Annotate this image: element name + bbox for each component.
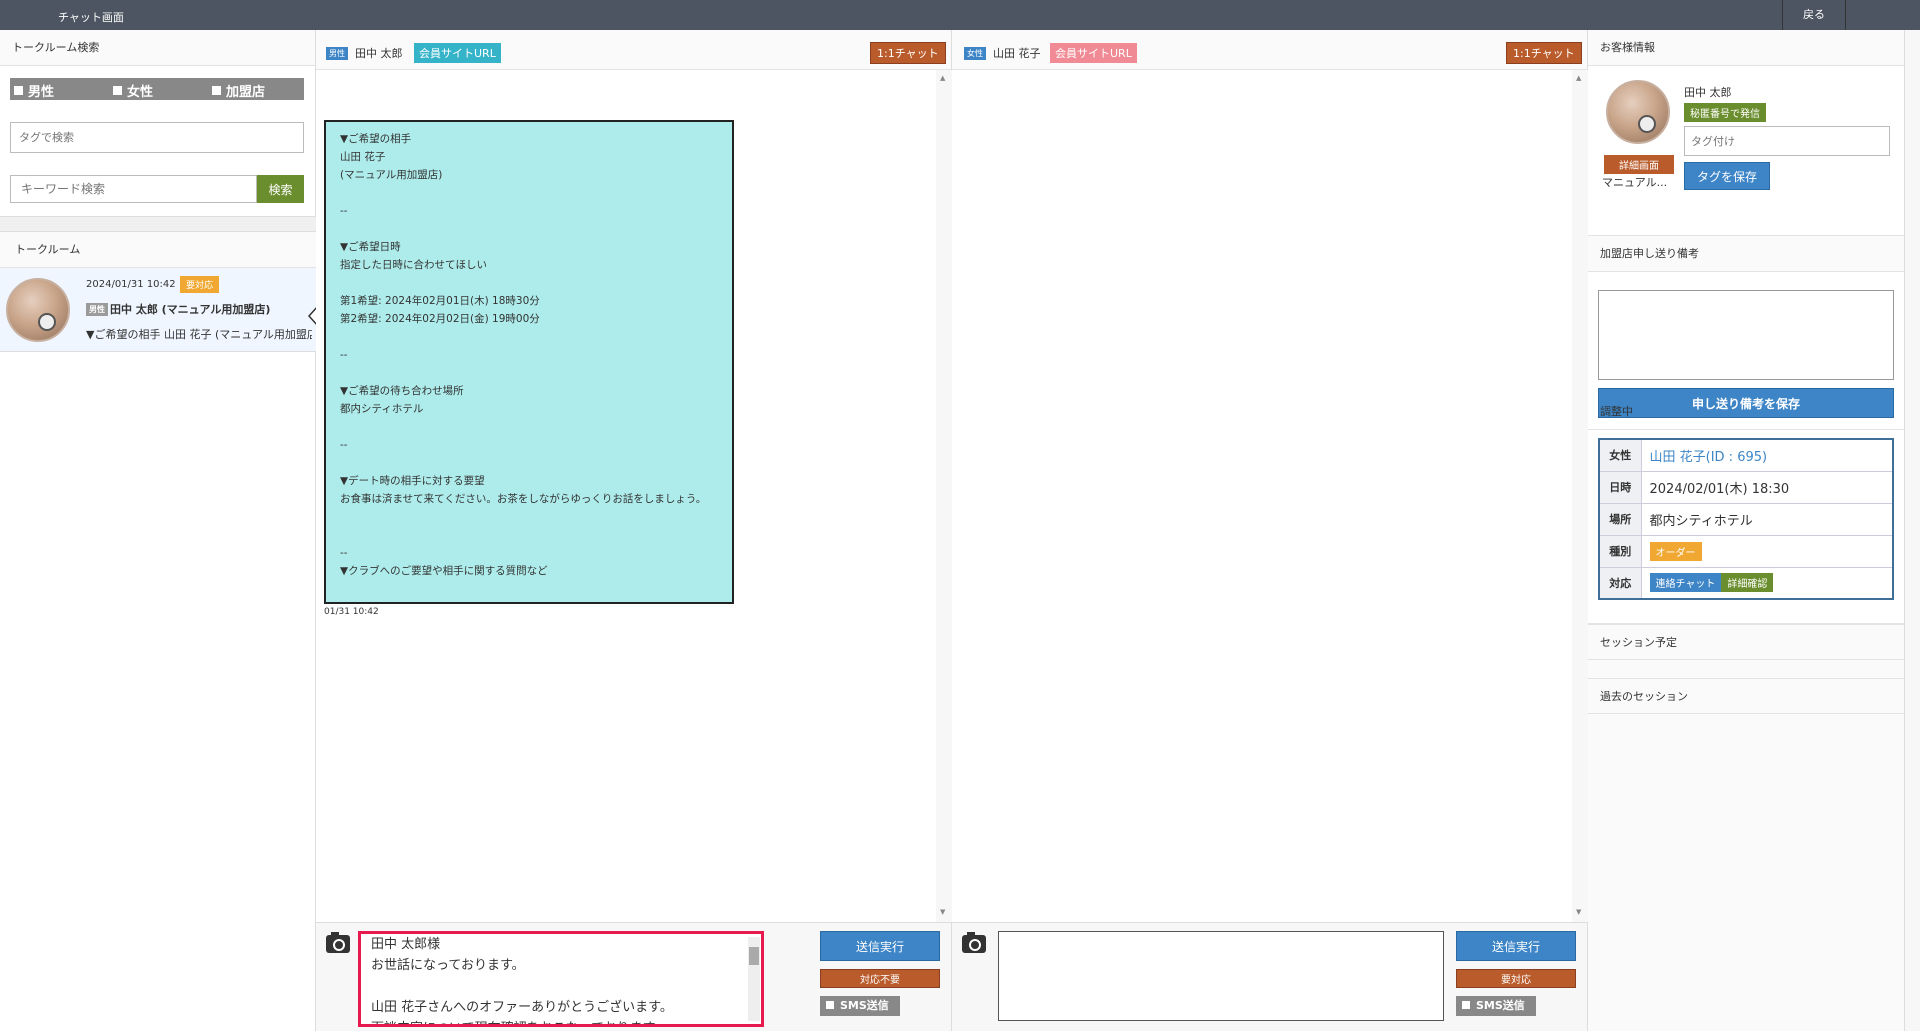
detail-check-button[interactable]: 詳細確認 — [1721, 573, 1774, 593]
notes-textarea[interactable] — [1598, 290, 1894, 380]
talkroom-head: トークルーム — [0, 232, 316, 268]
store-name: マニュアル... — [1602, 176, 1668, 189]
left-sidebar: トークルーム検索 男性 女性 加盟店 検索 トークルーム 2024/01/31 … — [0, 30, 318, 1031]
adjusting-table: 女性 山田 花子(ID : 695) 日時 2024/02/01(木) 18:30 … — [1598, 438, 1894, 600]
no-action-needed-button[interactable]: 対応不要 — [820, 969, 940, 988]
send-button[interactable]: 送信実行 — [1456, 931, 1576, 961]
customer-info: 田中 太郎 秘匿番号で発信 詳細画面 マニュアル... タグを保存 — [1588, 66, 1904, 236]
checkbox-icon — [113, 86, 122, 95]
message-area — [952, 70, 1572, 922]
type-badge: オーダー — [1649, 541, 1702, 561]
table-row: 女性 山田 花子(ID : 695) — [1598, 438, 1894, 472]
table-row: 日時 2024/02/01(木) 18:30 — [1598, 470, 1894, 504]
room-datetime: 2024/01/31 10:42 — [86, 279, 176, 290]
member-name: 田中 太郎 — [355, 47, 403, 60]
table-row: 対応 連絡チャット 詳細確認 — [1598, 566, 1894, 600]
action-needed-button[interactable]: 要対応 — [1456, 969, 1576, 988]
customer-info-head: お客様情報 — [1588, 30, 1904, 66]
message-input[interactable] — [998, 931, 1444, 1021]
gender-filter: 男性 女性 加盟店 — [10, 78, 304, 100]
secret-number-call-button[interactable]: 秘匿番号で発信 — [1684, 103, 1766, 122]
chat-panel-header: 男性 田中 太郎 会員サイトURL 1:1チャット — [316, 30, 951, 70]
search-button[interactable]: 検索 — [257, 175, 304, 203]
scroll-up-icon[interactable]: ▲ — [940, 74, 945, 82]
meeting-place: 都内シティホテル — [1640, 502, 1894, 536]
chat-panel-male: 男性 田中 太郎 会員サイトURL 1:1チャット ▼ご希望の相手 山田 花子 … — [316, 30, 952, 1031]
tag-input[interactable] — [1684, 126, 1890, 156]
page-title: チャット画面 — [58, 11, 124, 24]
filter-store[interactable]: 加盟店 — [212, 81, 265, 100]
scroll-up-icon[interactable]: ▲ — [1576, 74, 1581, 82]
gender-badge: 男性 — [326, 47, 348, 60]
scrollbar[interactable]: ▲ ▼ — [1572, 70, 1588, 922]
table-row: 種別 オーダー — [1598, 534, 1894, 568]
chat-panel-female: 女性 山田 花子 会員サイトURL 1:1チャット ▲ ▼ 送信実行 要対応 S… — [952, 30, 1588, 1031]
sms-send-toggle[interactable]: SMS送信 — [1456, 996, 1536, 1016]
message-time: 01/31 10:42 — [324, 607, 379, 617]
save-tag-button[interactable]: タグを保存 — [1684, 162, 1770, 190]
member-site-url-button[interactable]: 会員サイトURL — [414, 43, 501, 63]
compose-area: 田中 太郎様 お世話になっております。 山田 花子さんへのオファーありがとうござ… — [316, 922, 951, 1031]
top-bar: チャット画面 戻る — [0, 0, 1920, 30]
message-input[interactable]: 田中 太郎様 お世話になっております。 山田 花子さんへのオファーありがとうござ… — [358, 931, 764, 1027]
back-button[interactable]: 戻る — [1782, 0, 1846, 30]
checkbox-icon — [14, 86, 23, 95]
avatar — [6, 278, 70, 342]
status-badge: 要対応 — [180, 276, 220, 293]
compose-area: 送信実行 要対応 SMS送信 — [952, 922, 1587, 1031]
detail-button[interactable]: 詳細画面 — [1604, 155, 1674, 174]
chat-panel-header: 女性 山田 花子 会員サイトURL 1:1チャット — [952, 30, 1587, 70]
one-on-one-chat-button[interactable]: 1:1チャット — [870, 42, 946, 64]
input-scrollbar[interactable] — [748, 937, 760, 1021]
session-planned-head: セッション予定 — [1588, 624, 1904, 660]
adjusting-head: 調整中 — [1600, 405, 1633, 418]
store-notes-head: 加盟店申し送り備考 — [1588, 236, 1904, 272]
table-row: 場所 都内シティホテル — [1598, 502, 1894, 536]
sms-send-toggle[interactable]: SMS送信 — [820, 996, 900, 1016]
meeting-date: 2024/02/01(木) 18:30 — [1640, 470, 1894, 504]
checkbox-icon — [1462, 1001, 1470, 1009]
checkbox-icon — [212, 86, 221, 95]
filter-female[interactable]: 女性 — [113, 81, 153, 100]
customer-name: 田中 太郎 — [1684, 86, 1732, 99]
right-sidebar: お客様情報 田中 太郎 秘匿番号で発信 詳細画面 マニュアル... タグを保存 … — [1588, 30, 1904, 1031]
one-on-one-chat-button[interactable]: 1:1チャット — [1506, 42, 1582, 64]
gender-badge: 女性 — [964, 47, 986, 60]
camera-icon[interactable] — [326, 932, 350, 953]
avatar — [1606, 80, 1670, 144]
session-past-head: 過去のセッション — [1588, 678, 1904, 714]
send-button[interactable]: 送信実行 — [820, 931, 940, 961]
scrollbar[interactable]: ▲ ▼ — [936, 70, 952, 922]
female-member-link[interactable]: 山田 花子(ID : 695) — [1650, 450, 1768, 465]
talkroom-search-head: トークルーム検索 — [0, 30, 315, 66]
tag-search-input[interactable] — [10, 122, 304, 153]
filter-male[interactable]: 男性 — [14, 81, 54, 100]
adjusting-info: 女性 山田 花子(ID : 695) 日時 2024/02/01(木) 18:30 … — [1588, 430, 1904, 624]
camera-icon[interactable] — [962, 932, 986, 953]
member-name: 山田 花子 — [993, 47, 1041, 60]
room-name: 男性 田中 太郎 (マニュアル用加盟店) — [86, 301, 270, 317]
member-site-url-button[interactable]: 会員サイトURL — [1050, 43, 1137, 63]
scroll-down-icon[interactable]: ▼ — [940, 908, 945, 916]
message-area: ▼ご希望の相手 山田 花子 (マニュアル用加盟店) -- ▼ご希望日時 指定した… — [316, 70, 936, 922]
divider — [0, 216, 316, 232]
gender-badge: 男性 — [86, 303, 108, 316]
scroll-down-icon[interactable]: ▼ — [1576, 908, 1581, 916]
talkroom-item[interactable]: 2024/01/31 10:42 要対応 男性 田中 太郎 (マニュアル用加盟店)… — [0, 268, 316, 352]
keyword-search-input[interactable] — [10, 175, 257, 203]
message-bubble: ▼ご希望の相手 山田 花子 (マニュアル用加盟店) -- ▼ご希望日時 指定した… — [324, 120, 734, 604]
contact-chat-button[interactable]: 連絡チャット — [1649, 573, 1722, 593]
checkbox-icon — [826, 1001, 834, 1009]
page-scrollbar[interactable] — [1904, 30, 1920, 1031]
room-preview: ▼ご希望の相手 山田 花子 (マニュアル用加盟店) — [86, 328, 312, 341]
